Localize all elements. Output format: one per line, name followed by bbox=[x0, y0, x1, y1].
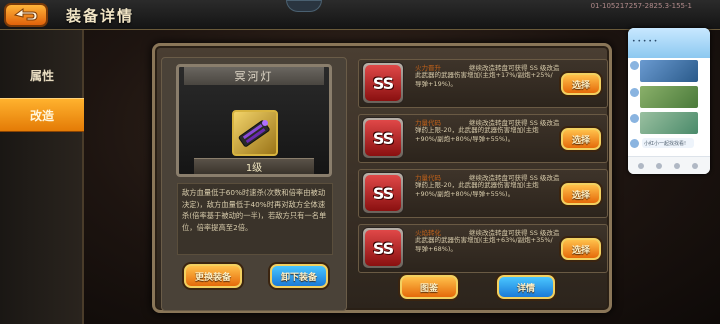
avatar bbox=[630, 114, 639, 123]
ss-grade-badge: SS bbox=[362, 172, 404, 214]
page-title: 装备详情 bbox=[66, 7, 135, 25]
mod-row: SS 力量代码 继续改造转盘可获得 SS 级改造 弹药上限-20，此武器的武器伤… bbox=[358, 169, 608, 218]
phone-toolbar bbox=[628, 156, 710, 174]
mod-description: 弹药上限-20，此武器的武器伤害增加(主炮+90%/副炮+80%/导弹+55%)… bbox=[415, 126, 539, 143]
ss-badge-label: SS bbox=[365, 175, 401, 211]
select-button[interactable]: 选择 bbox=[561, 238, 601, 260]
select-button[interactable]: 选择 bbox=[561, 183, 601, 205]
mod-row: SS 火力晋升 继续改造转盘可获得 SS 级改造 此武器的武器伤害增加(主炮+1… bbox=[358, 59, 608, 108]
select-button[interactable]: 选择 bbox=[561, 73, 601, 95]
mod-description: 此武器的武器伤害增加(主炮+63%/副炮+35%/导弹+68%)。 bbox=[415, 236, 553, 253]
back-arrow-icon bbox=[13, 8, 38, 21]
select-button[interactable]: 选择 bbox=[561, 128, 601, 150]
phone-header: • • • • • bbox=[628, 28, 710, 58]
left-nav: 属性 改造 bbox=[0, 30, 84, 324]
chat-image[interactable] bbox=[640, 112, 698, 134]
mod-row: SS 力量代码 继续改造转盘可获得 SS 级改造 弹药上限-20，此武器的武器伤… bbox=[358, 114, 608, 163]
top-emblem-icon bbox=[286, 0, 322, 12]
phone-header-dots: • • • • • bbox=[632, 38, 658, 45]
toolbar-icon[interactable] bbox=[656, 163, 662, 169]
unequip-button[interactable]: 卸下装备 bbox=[270, 264, 328, 288]
chat-image[interactable] bbox=[640, 86, 698, 108]
avatar bbox=[630, 88, 639, 97]
item-name: 冥河灯 bbox=[184, 67, 324, 85]
item-level: 1级 bbox=[194, 158, 314, 174]
nav-item-attributes[interactable]: 属性 bbox=[0, 58, 84, 92]
chat-bubble: 小红小一起找找看! bbox=[642, 138, 694, 148]
build-code: 01-105217257-2825.3-155-1 bbox=[590, 2, 692, 10]
toolbar-icon[interactable] bbox=[638, 163, 644, 169]
mod-row: SS 火焰转化 继续改造转盘可获得 SS 级改造 此武器的武器伤害增加(主炮+6… bbox=[358, 224, 608, 273]
illustration-button[interactable]: 图鉴 bbox=[400, 275, 458, 299]
item-description: 敌方血量低于60%时速杀(次数和倍率由被动决定)，敌方血量低于40%时再对敌方全… bbox=[177, 183, 333, 255]
avatar bbox=[630, 61, 639, 70]
ss-badge-label: SS bbox=[365, 120, 401, 156]
avatar bbox=[630, 139, 639, 148]
ss-grade-badge: SS bbox=[362, 227, 404, 269]
ss-grade-badge: SS bbox=[362, 117, 404, 159]
replace-equipment-button[interactable]: 更换装备 bbox=[184, 264, 242, 288]
back-button[interactable] bbox=[4, 3, 48, 27]
phone-overlay[interactable]: • • • • • 小红小一起找找看! bbox=[628, 28, 710, 174]
chat-image[interactable] bbox=[640, 60, 698, 82]
toolbar-icon[interactable] bbox=[674, 163, 680, 169]
ss-grade-badge: SS bbox=[362, 62, 404, 104]
item-icon[interactable] bbox=[232, 110, 278, 156]
ss-badge-label: SS bbox=[365, 65, 401, 101]
mod-description: 此武器的武器伤害增加(主炮+17%/副炮+25%/导弹+19%)。 bbox=[415, 71, 553, 88]
weapon-launcher-icon bbox=[238, 120, 270, 147]
toolbar-icon[interactable] bbox=[692, 163, 698, 169]
mod-description: 弹药上限-20，此武器的武器伤害增加(主炮+90%/副炮+80%/导弹+55%)… bbox=[415, 181, 539, 198]
top-bar: 装备详情 01-105217257-2825.3-155-1 bbox=[0, 0, 720, 30]
details-button[interactable]: 详情 bbox=[497, 275, 555, 299]
ss-badge-label: SS bbox=[365, 230, 401, 266]
nav-item-modify[interactable]: 改造 bbox=[0, 98, 84, 132]
